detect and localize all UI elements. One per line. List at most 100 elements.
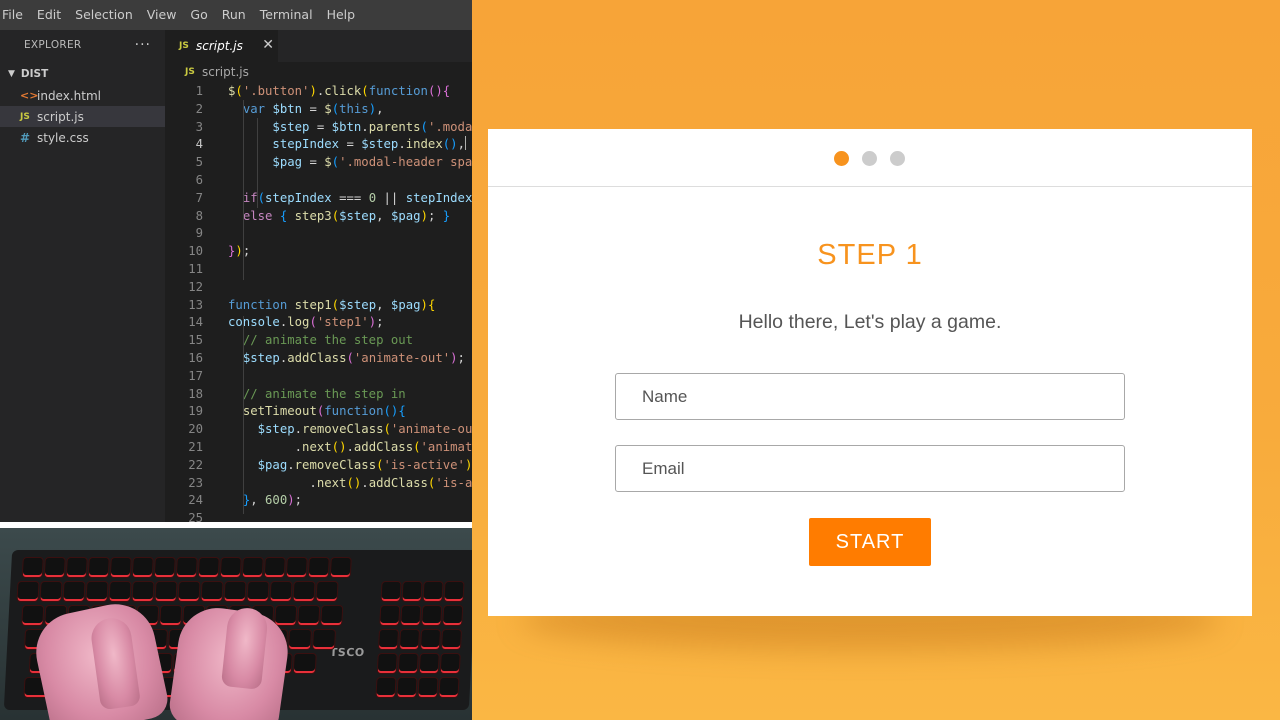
- keyboard-key: [398, 654, 418, 673]
- indent-guide: [257, 118, 258, 208]
- code-text: if(stepIndex === 0 || stepIndex: [242, 190, 472, 205]
- keyboard-key: [418, 678, 438, 697]
- code-text: else { step3($step, $pag); }: [242, 208, 451, 223]
- more-actions-icon[interactable]: ···: [135, 37, 151, 53]
- file-item-script-js[interactable]: JS script.js: [0, 106, 165, 127]
- menu-run[interactable]: Run: [215, 0, 253, 30]
- code-line[interactable]: 4 stepIndex = $step.index(),: [165, 135, 472, 153]
- code-text: .next().addClass('animate: [228, 440, 472, 454]
- code-line[interactable]: 2 var $btn = $(this),: [165, 100, 472, 118]
- line-number: 25: [188, 511, 203, 522]
- line-number: 12: [188, 279, 203, 294]
- keyboard-key: [298, 606, 320, 625]
- keyboard-key: [423, 582, 443, 601]
- line-number: 4: [195, 137, 203, 152]
- code-text: $('.button').click(function(){: [228, 84, 451, 98]
- folder-dist[interactable]: ▼ DIST: [0, 63, 165, 85]
- keyboard-key: [86, 582, 108, 601]
- code-line[interactable]: 17: [165, 367, 472, 385]
- explorer-header: EXPLORER ···: [0, 30, 165, 60]
- code-line[interactable]: 3 $step = $btn.parents('.modal: [165, 118, 472, 136]
- keyboard-key: [22, 558, 43, 577]
- tab-script-js[interactable]: JS script.js ✕: [165, 30, 278, 62]
- line-number: 22: [188, 457, 203, 472]
- code-text: $step.removeClass('animate-out: [257, 422, 472, 437]
- line-number: 10: [188, 244, 203, 259]
- code-text: function step1($step, $pag){: [228, 297, 436, 312]
- code-line[interactable]: 5 $pag = $('.modal-header span: [165, 153, 472, 171]
- keyboard-key: [270, 582, 292, 601]
- step-text: Hello there, Let's play a game.: [738, 311, 1002, 333]
- code-line[interactable]: 23 .next().addClass('is-act: [165, 474, 472, 492]
- file-label: index.html: [37, 88, 101, 103]
- code-line[interactable]: 10});: [165, 242, 472, 260]
- code-line[interactable]: 20 $step.removeClass('animate-out: [165, 420, 472, 438]
- keyboard-key: [160, 606, 182, 625]
- line-number: 19: [188, 404, 203, 419]
- menu-help[interactable]: Help: [320, 0, 363, 30]
- keyboard-key: [242, 558, 263, 577]
- js-file-icon: JS: [20, 111, 30, 122]
- file-item-index-html[interactable]: <> index.html: [0, 85, 165, 106]
- line-number: 18: [188, 386, 203, 401]
- keyboard-key: [63, 582, 85, 601]
- code-area[interactable]: 1 $('.button').click(function(){2 var $bt…: [165, 82, 472, 522]
- code-text: stepIndex = $step.index(),: [272, 136, 466, 152]
- keyboard-key: [381, 582, 401, 601]
- line-number: 8: [195, 208, 203, 223]
- keyboard-key: [400, 630, 419, 649]
- code-line[interactable]: 11: [165, 260, 472, 278]
- breadcrumb-label[interactable]: script.js: [202, 65, 249, 79]
- line-number: 20: [188, 422, 203, 437]
- code-line[interactable]: 21 .next().addClass('animate: [165, 438, 472, 456]
- menu-go[interactable]: Go: [183, 0, 214, 30]
- keyboard-key: [313, 630, 335, 649]
- menu-selection[interactable]: Selection: [68, 0, 140, 30]
- close-icon[interactable]: ✕: [262, 37, 274, 53]
- line-number: 7: [195, 190, 203, 205]
- file-item-style-css[interactable]: # style.css: [0, 127, 165, 148]
- code-line[interactable]: 16 $step.addClass('animate-out');: [165, 349, 472, 367]
- file-label: script.js: [37, 109, 84, 124]
- keyboard-key: [397, 678, 417, 697]
- line-number: 21: [188, 440, 203, 454]
- code-line[interactable]: 25: [165, 509, 472, 522]
- keyboard-key: [442, 630, 461, 649]
- code-text: .next().addClass('is-act: [228, 475, 472, 490]
- start-button[interactable]: START: [809, 518, 931, 566]
- code-line[interactable]: 6: [165, 171, 472, 189]
- code-text: $step.addClass('animate-out');: [242, 351, 465, 365]
- modal-header: [488, 129, 1252, 187]
- code-line[interactable]: 19 setTimeout(function(){: [165, 402, 472, 420]
- keyboard-key: [154, 558, 175, 577]
- code-line[interactable]: 8 else { step3($step, $pag); }: [165, 207, 472, 225]
- code-text: $pag.removeClass('is-active'): [257, 457, 472, 472]
- keyboard-key: [421, 630, 440, 649]
- breadcrumb: JS script.js: [165, 62, 472, 82]
- keyboard-key: [132, 558, 153, 577]
- keyboard-key: [316, 582, 338, 601]
- menu-edit[interactable]: Edit: [30, 0, 68, 30]
- keyboard-key: [247, 582, 269, 601]
- menu-file[interactable]: File: [0, 0, 30, 30]
- code-line[interactable]: 14 console.log('step1');: [165, 313, 472, 331]
- keyboard-key: [401, 606, 421, 625]
- code-line[interactable]: 18 // animate the step in: [165, 385, 472, 403]
- keyboard-key: [376, 678, 396, 697]
- menu-terminal[interactable]: Terminal: [253, 0, 320, 30]
- menu-view[interactable]: View: [140, 0, 184, 30]
- code-line[interactable]: 22 $pag.removeClass('is-active'): [165, 456, 472, 474]
- email-input[interactable]: [615, 445, 1125, 492]
- code-line[interactable]: 9: [165, 224, 472, 242]
- js-file-icon: JS: [179, 41, 189, 51]
- name-input[interactable]: [615, 373, 1125, 420]
- code-line[interactable]: 1 $('.button').click(function(){: [165, 82, 472, 100]
- code-line[interactable]: 12: [165, 278, 472, 296]
- keyboard-key: [321, 606, 343, 625]
- code-line[interactable]: 13 function step1($step, $pag){: [165, 296, 472, 314]
- keyboard-key: [293, 582, 315, 601]
- keyboard-key: [275, 606, 297, 625]
- code-line[interactable]: 7 if(stepIndex === 0 || stepIndex: [165, 189, 472, 207]
- code-line[interactable]: 24 }, 600);: [165, 491, 472, 509]
- code-line[interactable]: 15 // animate the step out: [165, 331, 472, 349]
